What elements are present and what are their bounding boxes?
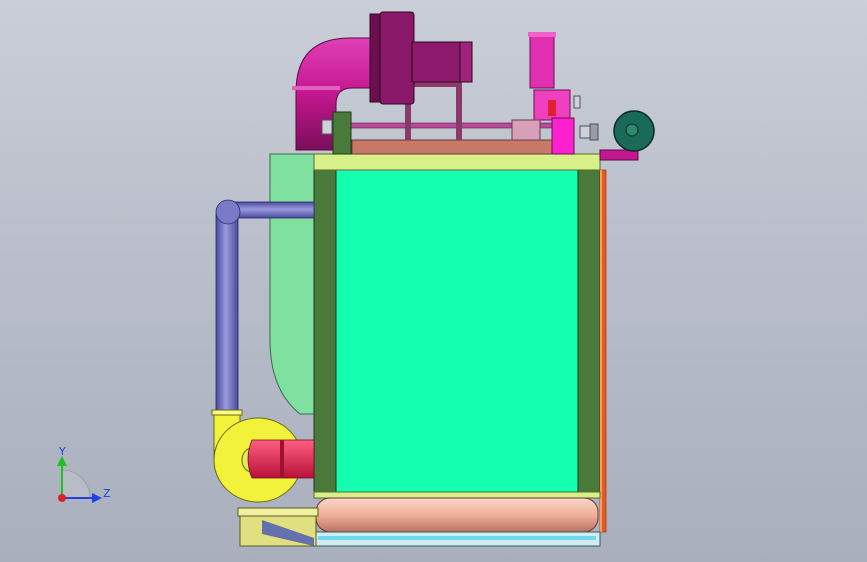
z-axis-arrow [92, 493, 102, 503]
pump-wheel-hub [625, 123, 639, 137]
top-block [332, 111, 352, 155]
top-deck [351, 139, 561, 155]
boiler-model[interactable]: Y Z [0, 0, 867, 562]
flue-flange [292, 86, 340, 90]
main-panel [313, 167, 601, 495]
base-stripe [318, 536, 596, 540]
side-housing [269, 153, 315, 415]
valve-red [548, 100, 556, 116]
fan-inlet-flange [211, 409, 243, 416]
z-axis-label: Z [103, 487, 111, 500]
blower-stand-right [456, 82, 462, 140]
top-bolt [321, 119, 333, 135]
right-trim-inner [600, 170, 602, 532]
y-axis-label: Y [58, 445, 66, 458]
triad-origin [58, 494, 66, 502]
valve-lower [551, 117, 575, 155]
chimney [529, 33, 555, 89]
triad-quadrant [61, 469, 91, 499]
small-fitting-2 [589, 123, 599, 141]
chimney-cap [528, 32, 556, 37]
fan-outlet-band [280, 440, 284, 478]
top-plate [313, 153, 601, 171]
blue-pipe-vertical [215, 213, 239, 413]
left-column [313, 167, 337, 495]
3d-viewport[interactable]: Y Z [0, 0, 867, 562]
base-tray-top [237, 507, 319, 517]
right-column [577, 167, 601, 495]
axis-triad: Y Z [57, 445, 111, 503]
valve-handle [573, 95, 581, 109]
small-fitting-1 [579, 125, 591, 139]
drum [315, 497, 599, 533]
bottom-rail [313, 491, 601, 499]
small-box [511, 119, 541, 141]
blue-pipe-horizontal [227, 201, 315, 219]
blower-body [379, 11, 415, 105]
blue-pipe-elbow [215, 199, 241, 225]
blower-motor-cap [459, 41, 473, 83]
